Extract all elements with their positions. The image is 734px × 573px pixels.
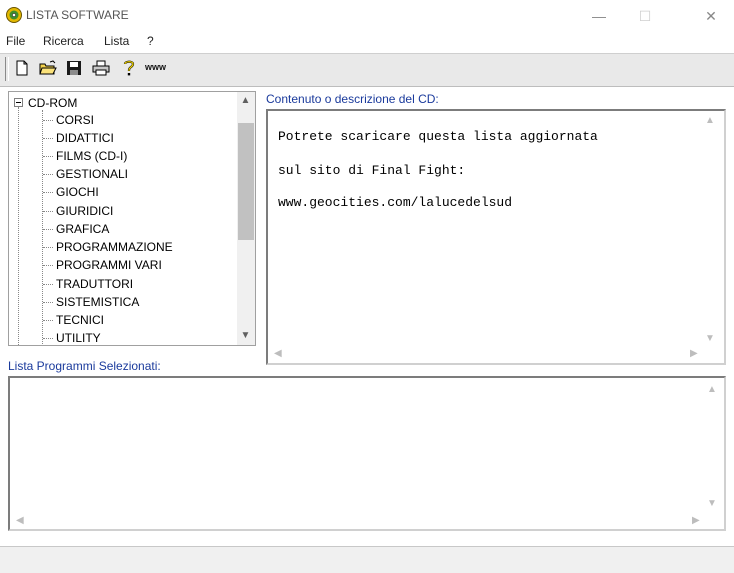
tree-root-cdrom[interactable]: CD-ROM: [28, 96, 77, 110]
description-line-2: sul sito di Final Fight:: [278, 163, 466, 178]
app-cd-icon: [6, 7, 22, 23]
close-button[interactable]: ✕: [688, 0, 734, 32]
help-question-icon: [123, 60, 135, 76]
tree-item-traduttori[interactable]: TRADUTTORI: [56, 277, 133, 291]
tree-item-grafica[interactable]: GRAFICA: [56, 222, 109, 236]
toolbar-grip: [5, 57, 9, 81]
selected-programs-label: Lista Programmi Selezionati:: [8, 359, 161, 373]
selected-programs-list[interactable]: ▲ ▼ ◀ ▶: [8, 376, 726, 531]
desc-scroll-right-icon[interactable]: ▶: [690, 348, 698, 359]
scroll-down-icon[interactable]: ▼: [237, 330, 254, 341]
print-button[interactable]: [91, 58, 111, 78]
desc-scroll-left-icon[interactable]: ◀: [274, 348, 282, 359]
new-file-icon: [16, 60, 28, 76]
help-button[interactable]: [119, 58, 139, 78]
status-bar: [0, 546, 734, 573]
tree-item-giochi[interactable]: GIOCHI: [56, 185, 99, 199]
www-button[interactable]: www: [145, 62, 166, 72]
description-textarea[interactable]: Potrete scaricare questa lista aggiornat…: [266, 109, 726, 365]
tree-item-gestionali[interactable]: GESTIONALI: [56, 167, 128, 181]
category-tree[interactable]: CD-ROM CORSI DIDATTICI FILMS (CD-I) GEST…: [8, 91, 256, 346]
maximize-icon: ☐: [638, 7, 652, 24]
desc-scroll-down-icon[interactable]: ▼: [705, 333, 715, 344]
description-line-1: Potrete scaricare questa lista aggiornat…: [278, 129, 598, 144]
scroll-up-icon[interactable]: ▲: [237, 95, 254, 106]
new-file-button[interactable]: [12, 58, 32, 78]
menu-help[interactable]: ?: [147, 34, 154, 48]
window-title: LISTA SOFTWARE: [26, 8, 129, 22]
collapse-toggle-icon[interactable]: [14, 98, 23, 107]
maximize-button[interactable]: ☐: [622, 0, 668, 32]
open-folder-button[interactable]: [38, 58, 58, 78]
minimize-icon: —: [592, 8, 606, 24]
save-button[interactable]: [64, 58, 84, 78]
tree-item-programmi-vari[interactable]: PROGRAMMI VARI: [56, 258, 162, 272]
printer-icon: [92, 60, 110, 76]
menu-lista[interactable]: Lista: [104, 34, 129, 48]
tree-item-utility[interactable]: UTILITY: [56, 331, 101, 345]
list-scroll-left-icon[interactable]: ◀: [16, 515, 24, 526]
description-line-3: www.geocities.com/lalucedelsud: [278, 195, 513, 210]
tree-item-sistemistica[interactable]: SISTEMISTICA: [56, 295, 139, 309]
close-icon: ✕: [705, 7, 717, 24]
tree-item-corsi[interactable]: CORSI: [56, 113, 94, 127]
tree-item-programmazione[interactable]: PROGRAMMAZIONE: [56, 240, 173, 254]
menu-file[interactable]: File: [6, 34, 25, 48]
minimize-button[interactable]: —: [576, 0, 622, 32]
tree-item-tecnici[interactable]: TECNICI: [56, 313, 104, 327]
list-scroll-right-icon[interactable]: ▶: [692, 515, 700, 526]
tree-item-films[interactable]: FILMS (CD-I): [56, 149, 127, 163]
menu-ricerca[interactable]: Ricerca: [43, 34, 84, 48]
desc-scroll-up-icon[interactable]: ▲: [705, 115, 715, 126]
scroll-thumb[interactable]: [238, 123, 254, 240]
tree-item-didattici[interactable]: DIDATTICI: [56, 131, 114, 145]
tree-vertical-scrollbar[interactable]: ▲ ▼: [237, 92, 255, 345]
list-scroll-up-icon[interactable]: ▲: [707, 384, 717, 395]
save-disk-icon: [67, 61, 81, 75]
description-label: Contenuto o descrizione del CD:: [266, 92, 439, 106]
open-folder-icon: [39, 60, 57, 75]
list-scroll-down-icon[interactable]: ▼: [707, 498, 717, 509]
tree-item-giuridici[interactable]: GIURIDICI: [56, 204, 113, 218]
